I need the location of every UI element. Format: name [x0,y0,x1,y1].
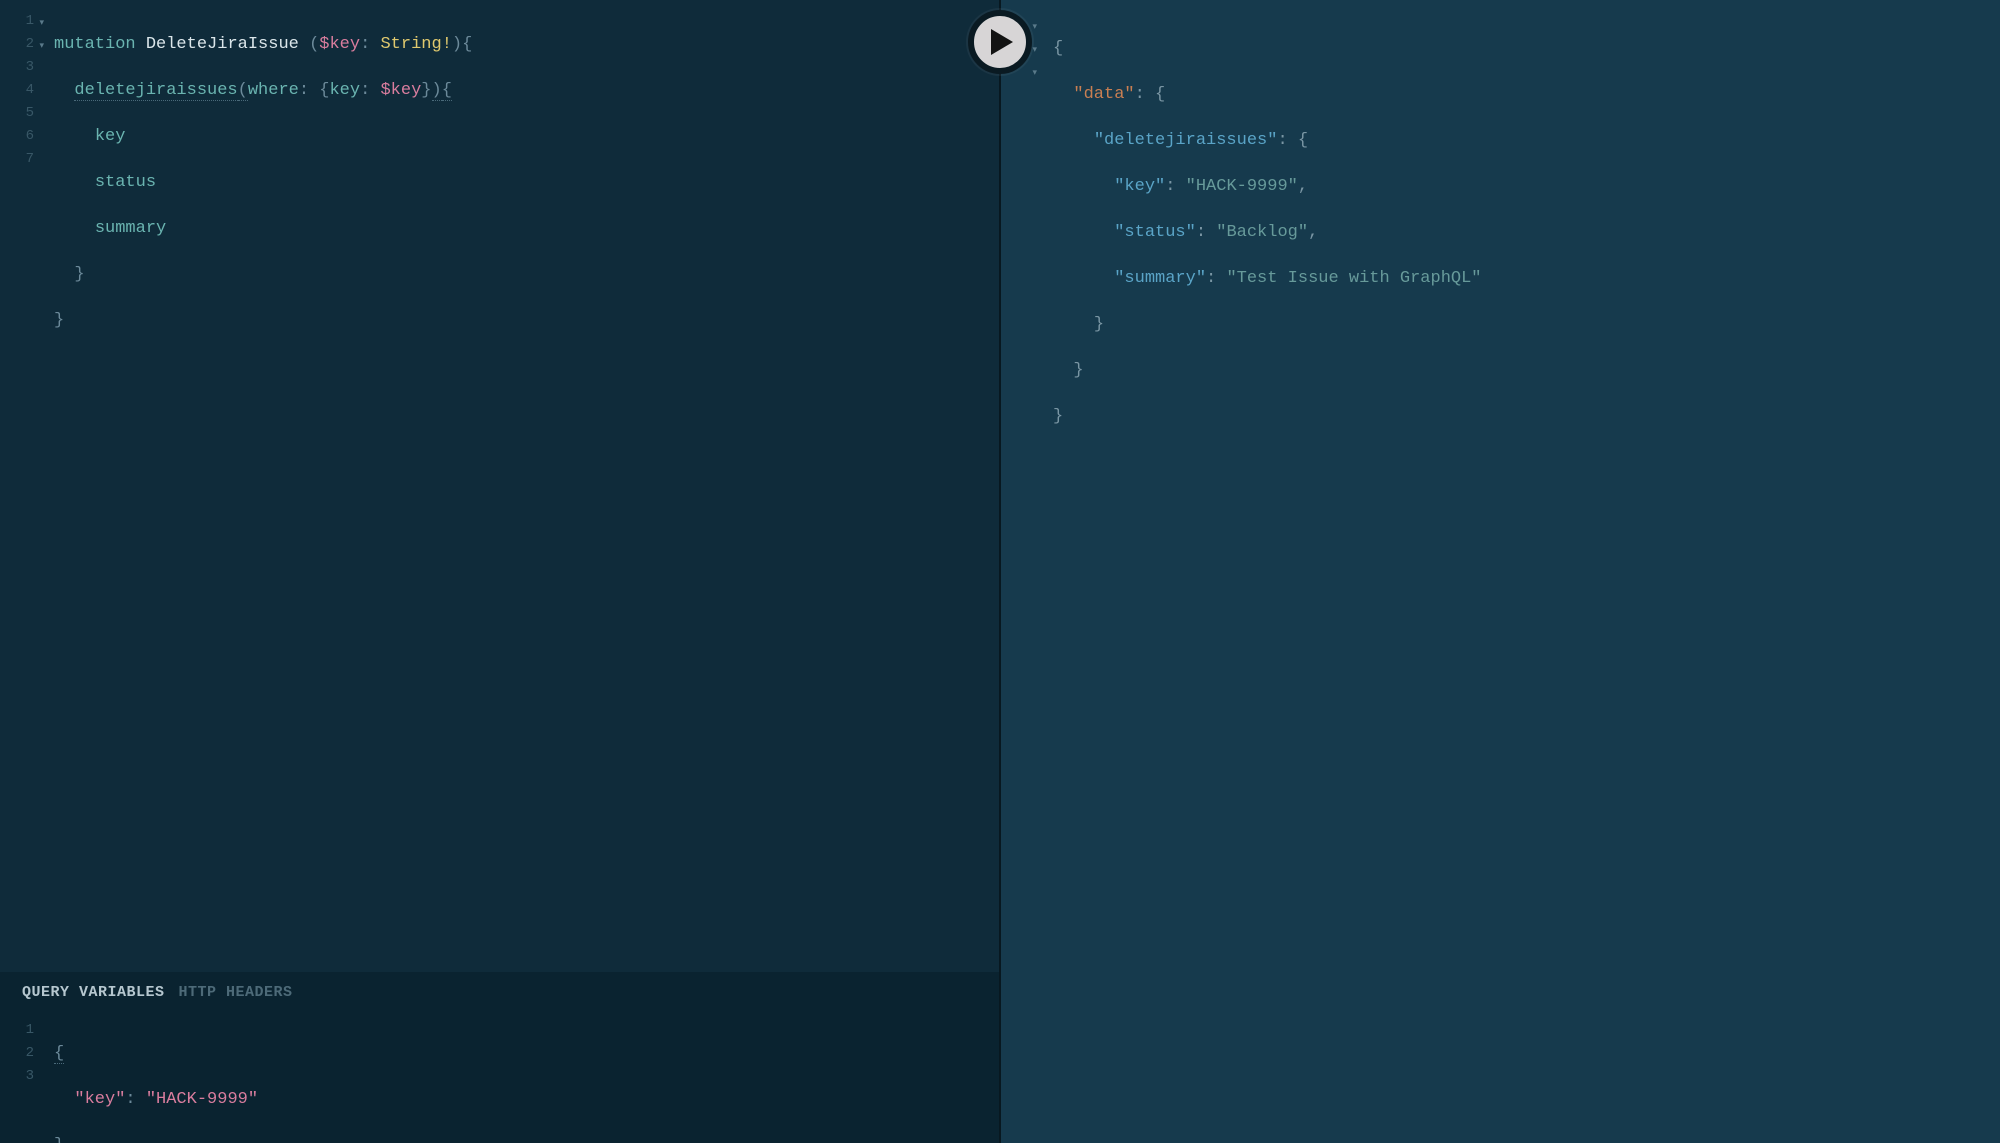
variables-gutter: 1 2 3 [0,1013,38,1143]
result-viewer[interactable]: ▾ ▾ ▾ { "data": { "deletejiraissues": { … [1001,0,2000,474]
field-key-label: "key" [1114,177,1165,196]
field-key: key [95,127,126,146]
variable-name: $key [319,35,360,54]
fold-arrow-icon[interactable]: ▾ [39,35,44,58]
tab-query-variables[interactable]: QUERY VARIABLES [22,984,165,1001]
play-icon [991,29,1013,55]
query-code[interactable]: mutation DeleteJiraIssue ($key: String!)… [38,0,472,972]
graphql-playground: 1▾ 2▾ 3 4 5 6 7 mutation DeleteJiraIssue… [0,0,2000,1143]
line-number: 4 [26,82,34,98]
field-summary-value: "Test Issue with GraphQL" [1226,269,1481,288]
fold-arrow-icon[interactable]: ▾ [1032,16,1037,39]
arg-key: key [329,81,360,100]
fold-arrow-icon[interactable]: ▾ [1032,62,1037,85]
variables-code[interactable]: { "key": "HACK-9999" } [38,1013,258,1143]
result-pane: ▾ ▾ ▾ { "data": { "deletejiraissues": { … [1001,0,2000,1143]
line-number: 3 [26,59,34,75]
field-status: status [95,173,156,192]
type-string: String [380,35,441,54]
field-status-value: "Backlog" [1216,223,1308,242]
result-resolver-key: "deletejiraissues" [1094,131,1278,150]
operation-name: DeleteJiraIssue [146,35,299,54]
line-number: 3 [26,1068,34,1084]
query-pane: 1▾ 2▾ 3 4 5 6 7 mutation DeleteJiraIssue… [0,0,999,1143]
line-number: 2 [26,36,34,52]
non-null-bang: ! [442,35,452,54]
line-number: 7 [26,151,34,167]
execute-button[interactable] [968,10,1032,74]
arg-var: $key [380,81,421,100]
line-number: 1 [26,13,34,29]
tab-http-headers[interactable]: HTTP HEADERS [179,984,293,1001]
result-data-key: "data" [1073,85,1134,104]
line-number: 2 [26,1045,34,1061]
field-status-label: "status" [1114,223,1196,242]
variables-editor[interactable]: 1 2 3 { "key": "HACK-9999" } [0,1013,999,1143]
result-gutter: ▾ ▾ ▾ [1001,10,1045,474]
var-key-label: "key" [74,1090,125,1109]
line-gutter: 1▾ 2▾ 3 4 5 6 7 [0,0,38,972]
resolver-name: deletejiraissues [74,81,237,101]
keyword-mutation: mutation [54,35,136,54]
field-key-value: "HACK-9999" [1186,177,1298,196]
line-number: 5 [26,105,34,121]
query-editor[interactable]: 1▾ 2▾ 3 4 5 6 7 mutation DeleteJiraIssue… [0,0,999,972]
fold-arrow-icon[interactable]: ▾ [39,12,44,35]
var-key-value: "HACK-9999" [146,1090,258,1109]
result-json: { "data": { "deletejiraissues": { "key":… [1045,10,1482,474]
arg-where: where [248,81,299,100]
field-summary-label: "summary" [1114,269,1206,288]
fold-arrow-icon[interactable]: ▾ [1032,39,1037,62]
line-number: 6 [26,128,34,144]
field-summary: summary [95,219,166,238]
line-number: 1 [26,1022,34,1038]
variables-tabs: QUERY VARIABLES HTTP HEADERS [0,972,999,1013]
